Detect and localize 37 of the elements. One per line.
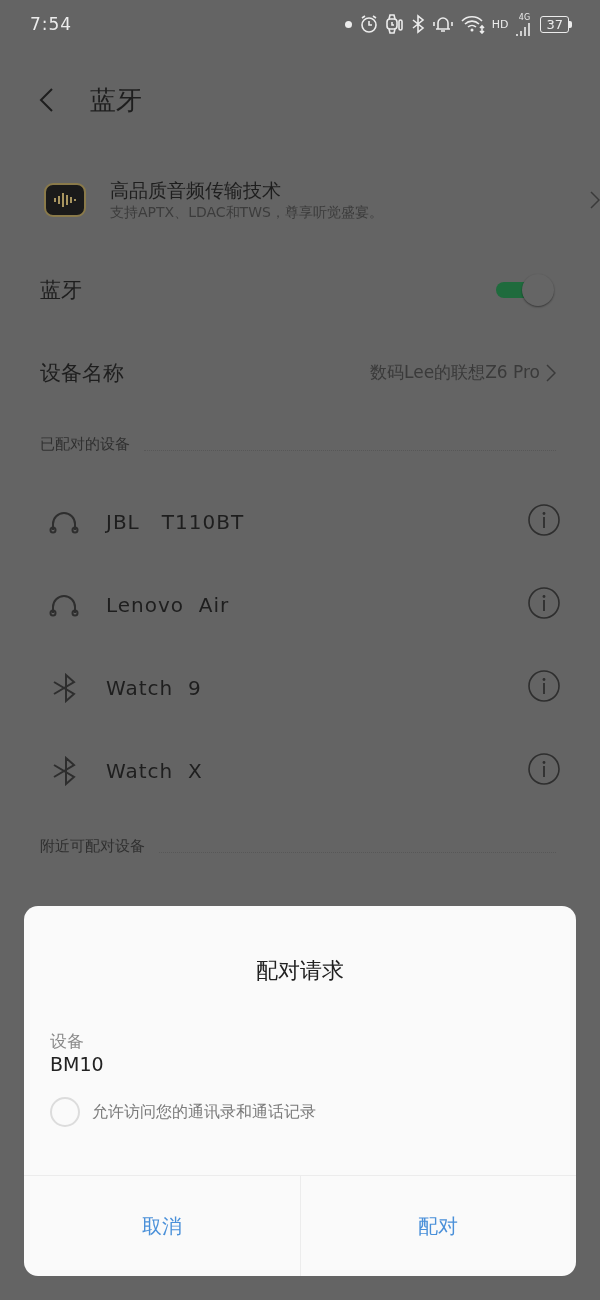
bluetooth-icon xyxy=(52,672,76,703)
bell-icon xyxy=(431,14,454,34)
bluetooth-icon xyxy=(410,14,425,34)
device-name: Watch 9 xyxy=(106,675,203,700)
dialog-title: 配对请求 xyxy=(256,957,344,985)
checkbox-label: 允许访问您的通讯录和通话记录 xyxy=(92,1101,316,1123)
headphones-icon xyxy=(49,592,79,617)
dot-icon xyxy=(344,20,352,28)
field-label: 设备 xyxy=(50,1030,84,1053)
sound-wave-logo-icon xyxy=(44,183,86,217)
back-button[interactable] xyxy=(38,87,54,113)
network-label: HD xyxy=(491,17,509,31)
info-button[interactable] xyxy=(528,504,560,539)
permission-checkbox[interactable] xyxy=(50,1097,80,1127)
battery-level: 37 xyxy=(540,15,569,33)
dialog-button[interactable]: 配对 xyxy=(299,1176,576,1276)
device-name: Watch X xyxy=(106,758,204,783)
feature-title: 高品质音频传输技术 xyxy=(110,178,282,203)
alarm-clock-icon xyxy=(358,14,379,34)
wifi-icon xyxy=(460,14,485,34)
bluetooth-icon xyxy=(52,755,76,786)
info-button[interactable] xyxy=(528,753,560,788)
device-name: BM10 xyxy=(50,1053,104,1075)
page-title: 蓝牙 xyxy=(90,83,142,117)
device-name: JBL T110BT xyxy=(106,509,246,534)
clock-time: 7:54 xyxy=(30,14,74,34)
info-button[interactable] xyxy=(528,587,560,622)
watch-icon xyxy=(385,14,404,34)
dialog-button[interactable]: 取消 xyxy=(24,1176,300,1276)
setting-label: 设备名称 xyxy=(40,359,125,387)
chevron-right-icon xyxy=(590,191,600,209)
headphones-icon xyxy=(49,509,79,534)
info-button[interactable] xyxy=(528,670,560,705)
device-name: Lenovo Air xyxy=(106,592,231,617)
chevron-right-icon xyxy=(546,363,556,382)
signal-type-label: 4G xyxy=(518,12,531,22)
setting-label: 蓝牙 xyxy=(40,276,83,304)
